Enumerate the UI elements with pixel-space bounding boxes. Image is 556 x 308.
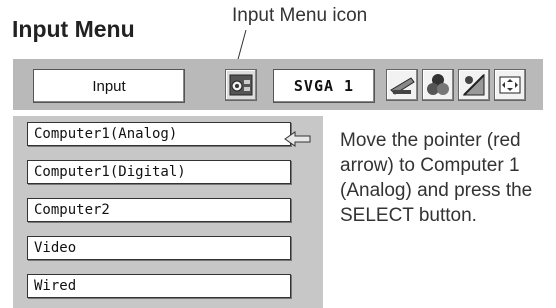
menu-item-computer1-analog[interactable]: Computer1(Analog) [27, 122, 291, 146]
menu-title-input: Input [33, 69, 185, 103]
instruction-text: Move the pointer (red arrow) to Computer… [340, 130, 533, 226]
signal-status-label: SVGA 1 [273, 69, 375, 103]
input-menu-panel: Computer1(Analog) Computer1(Digital) Com… [13, 116, 323, 308]
red-arrow-pointer-icon [284, 131, 311, 147]
menu-bar: Input SVGA 1 [13, 59, 543, 110]
menu-item-wired[interactable]: Wired [27, 274, 291, 298]
screen-adjust-icon[interactable] [386, 69, 418, 101]
menu-item-video[interactable]: Video [27, 236, 291, 260]
image-adjust-icon[interactable] [458, 69, 490, 101]
menu-item-computer2[interactable]: Computer2 [27, 198, 291, 222]
menu-item-computer1-digital[interactable]: Computer1(Digital) [27, 160, 291, 184]
callout-label: Input Menu icon [232, 5, 368, 26]
color-adjust-icon[interactable] [422, 69, 454, 101]
input-menu-icon[interactable] [225, 69, 257, 101]
setting-icon[interactable] [494, 69, 526, 101]
page-title: Input Menu [12, 16, 135, 42]
